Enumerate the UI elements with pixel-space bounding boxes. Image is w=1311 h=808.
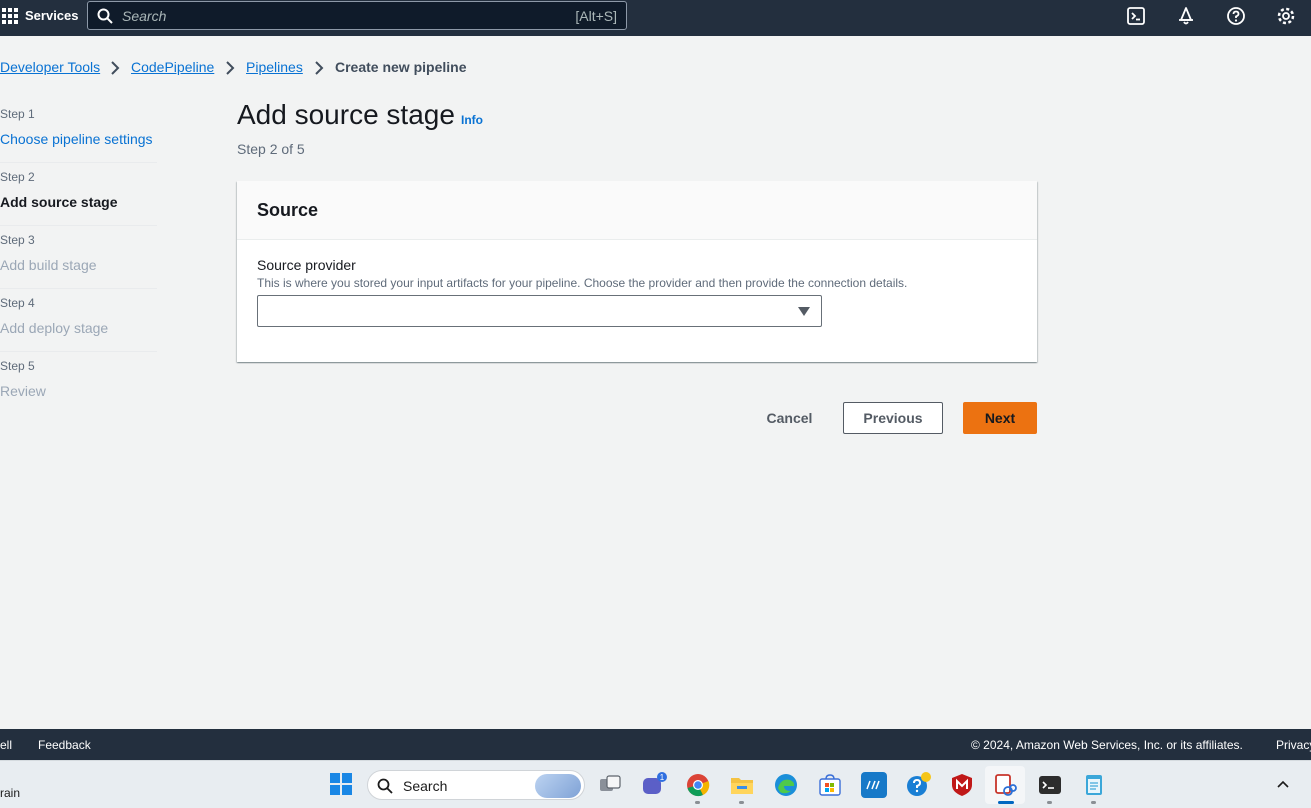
- chevron-right-icon: [111, 61, 120, 75]
- step-indicator: Step 2 of 5: [237, 141, 305, 157]
- search-shortcut: [Alt+S]: [575, 8, 617, 24]
- active-indicator: [998, 801, 1014, 804]
- services-menu[interactable]: Services: [25, 8, 79, 23]
- os-taskbar: rain Search 1: [0, 760, 1311, 808]
- mcafee-icon[interactable]: [949, 772, 975, 798]
- step-3: Step 3 Add build stage: [0, 226, 157, 289]
- step-add-build-stage: Add build stage: [0, 257, 97, 273]
- notifications-icon[interactable]: [1176, 6, 1196, 26]
- copyright-text: © 2024, Amazon Web Services, Inc. or its…: [971, 738, 1243, 752]
- step-add-deploy-stage: Add deploy stage: [0, 320, 109, 336]
- page-title: Add source stage: [237, 99, 455, 130]
- chrome-icon[interactable]: [685, 772, 711, 804]
- privacy-link[interactable]: Privacy: [1276, 738, 1311, 752]
- weather-widget[interactable]: rain: [0, 786, 20, 800]
- step-number: Step 5: [0, 359, 35, 373]
- running-indicator: [1091, 801, 1096, 804]
- settings-icon[interactable]: [1276, 6, 1296, 26]
- next-button[interactable]: Next: [963, 402, 1037, 434]
- running-indicator: [695, 801, 700, 804]
- chevron-right-icon: [315, 61, 324, 75]
- search-placeholder: Search: [122, 8, 167, 24]
- teams-icon[interactable]: 1: [641, 772, 667, 798]
- running-indicator: [1047, 801, 1052, 804]
- cancel-button[interactable]: Cancel: [752, 402, 827, 434]
- source-provider-label: Source provider: [257, 257, 356, 273]
- search-highlight-icon: [535, 774, 581, 798]
- breadcrumb-codepipeline[interactable]: CodePipeline: [131, 59, 214, 75]
- caret-down-icon: [798, 307, 810, 316]
- info-link[interactable]: Info: [461, 113, 483, 127]
- console-footer: ell Feedback © 2024, Amazon Web Services…: [0, 729, 1311, 760]
- source-container: Source Source provider This is where you…: [237, 181, 1037, 362]
- step-number: Step 3: [0, 233, 35, 247]
- breadcrumb-developer-tools[interactable]: Developer Tools: [0, 59, 100, 75]
- taskbar-search-label: Search: [403, 778, 448, 794]
- cloudshell-link[interactable]: ell: [0, 738, 12, 752]
- chevron-right-icon: [226, 61, 235, 75]
- top-navigation: Services Search [Alt+S]: [0, 0, 1311, 36]
- notepad-icon[interactable]: [1081, 772, 1107, 804]
- step-review: Review: [0, 383, 46, 399]
- feedback-link[interactable]: Feedback: [38, 738, 91, 752]
- task-view-icon[interactable]: [597, 772, 623, 798]
- chevron-up-icon[interactable]: [1276, 778, 1290, 790]
- taskbar-search[interactable]: Search: [367, 770, 585, 800]
- breadcrumb-pipelines[interactable]: Pipelines: [246, 59, 303, 75]
- step-4: Step 4 Add deploy stage: [0, 289, 157, 352]
- file-explorer-icon[interactable]: [729, 772, 755, 804]
- source-provider-description: This is where you stored your input arti…: [257, 276, 908, 290]
- breadcrumb-current: Create new pipeline: [335, 59, 467, 75]
- windows-start-icon[interactable]: [330, 773, 352, 795]
- services-grid-icon[interactable]: [2, 8, 18, 24]
- step-number: Step 4: [0, 296, 35, 310]
- container-header: Source: [237, 181, 1037, 240]
- cloudshell-icon[interactable]: [1126, 6, 1146, 26]
- step-2: Step 2 Add source stage: [0, 163, 157, 226]
- step-current-add-source-stage: Add source stage: [0, 194, 118, 210]
- teams-badge: 1: [660, 773, 665, 782]
- myhp-icon[interactable]: [861, 772, 887, 798]
- search-icon: [377, 778, 393, 794]
- step-1: Step 1 Choose pipeline settings: [0, 100, 157, 163]
- step-number: Step 1: [0, 107, 35, 121]
- help-icon[interactable]: [1226, 6, 1246, 26]
- step-5: Step 5 Review: [0, 352, 157, 415]
- terminal-icon[interactable]: [1037, 772, 1063, 804]
- search-icon: [97, 8, 113, 24]
- store-icon[interactable]: [817, 772, 843, 798]
- previous-button[interactable]: Previous: [843, 402, 943, 434]
- step-link-choose-pipeline-settings[interactable]: Choose pipeline settings: [0, 131, 153, 147]
- search-input[interactable]: Search [Alt+S]: [87, 1, 627, 30]
- get-help-icon[interactable]: [905, 772, 931, 798]
- source-provider-select[interactable]: [257, 295, 822, 327]
- step-number: Step 2: [0, 170, 35, 184]
- container-title: Source: [257, 200, 319, 220]
- running-indicator: [739, 801, 744, 804]
- snipping-tool-icon[interactable]: [992, 772, 1018, 798]
- edge-icon[interactable]: [773, 772, 799, 798]
